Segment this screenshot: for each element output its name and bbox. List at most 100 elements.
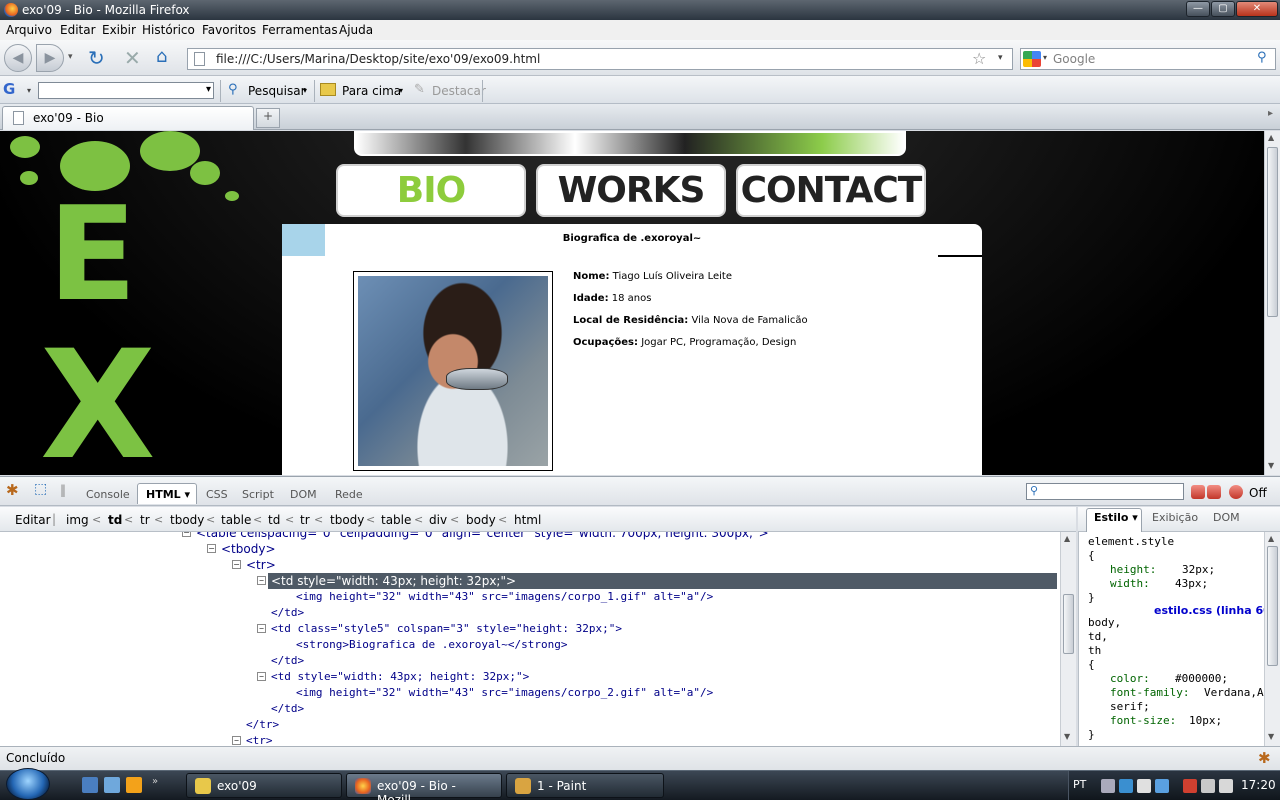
tray-icon[interactable] (1101, 779, 1115, 793)
maximize-button[interactable]: ▢ (1211, 1, 1235, 17)
detach-firebug-icon[interactable] (1207, 485, 1221, 499)
html-line-img[interactable]: <img height="32" width="43" src="imagens… (296, 589, 713, 605)
stop-icon[interactable]: ✕ (124, 46, 141, 70)
breadcrumb-tr[interactable]: tr (140, 513, 150, 527)
html-line-td-close[interactable]: </td> (271, 701, 304, 717)
tab-html[interactable]: HTML ▾ (146, 488, 190, 501)
new-tab-button[interactable]: + (256, 108, 280, 128)
style-val-color[interactable]: #000000; (1175, 672, 1228, 685)
style-prop-color[interactable]: color: (1110, 672, 1150, 685)
menu-historico[interactable]: Histórico (142, 23, 195, 37)
scroll-down-icon[interactable]: ▼ (1064, 732, 1070, 741)
network-icon[interactable] (1201, 779, 1215, 793)
bookmark-star-icon[interactable]: ☆ (972, 49, 986, 68)
scrollbar-thumb[interactable] (1267, 546, 1278, 666)
close-button[interactable]: ✕ (1236, 1, 1278, 17)
google-toolbar-dropdown-icon[interactable]: ▾ (27, 86, 31, 95)
search-icon[interactable]: ⚲ (1257, 50, 1267, 65)
nav-bio-button[interactable]: BIO (336, 164, 526, 217)
tab-list-icon[interactable]: ▸ (1268, 108, 1280, 128)
taskbar-explorer[interactable]: exo'09 (186, 773, 342, 798)
google-toolbar-search-input[interactable]: ▾ (38, 82, 214, 99)
menu-ajuda[interactable]: Ajuda (339, 23, 373, 37)
tab-css[interactable]: CSS (206, 488, 228, 501)
forward-icon[interactable]: ▶ (36, 44, 64, 72)
style-prop-font-size[interactable]: font-size: (1110, 714, 1176, 727)
tray-icon[interactable] (1137, 779, 1151, 793)
tray-icon[interactable] (1119, 779, 1133, 793)
html-line-strong[interactable]: <strong>Biografica de .exoroyal~</strong… (296, 637, 568, 653)
style-val-width[interactable]: 43px; (1175, 577, 1208, 590)
minimize-button[interactable]: — (1186, 1, 1210, 17)
html-line-td-close[interactable]: </td> (271, 653, 304, 669)
tab-script[interactable]: Script (242, 488, 274, 501)
collapse-icon[interactable]: − (257, 624, 266, 633)
style-prop-width[interactable]: width: (1110, 577, 1150, 590)
google-icon[interactable] (1023, 51, 1041, 67)
style-prop-font-family[interactable]: font-family: (1110, 686, 1189, 699)
scroll-up-icon[interactable]: ▲ (1268, 534, 1274, 543)
scroll-up-icon[interactable]: ▲ (1064, 534, 1070, 543)
taskbar-paint[interactable]: 1 - Paint (506, 773, 664, 798)
inspect-icon[interactable]: ⬚ (34, 481, 47, 497)
firebug-status-icon[interactable]: ✱ (1258, 749, 1271, 767)
tab-exo09-bio[interactable]: exo'09 - Bio (2, 106, 254, 130)
collapse-icon[interactable]: − (232, 736, 241, 745)
pause-icon[interactable]: ‖ (60, 483, 66, 497)
html-line-td[interactable]: <td style="width: 43px; height: 32px;"> (271, 669, 529, 685)
volume-icon[interactable] (1219, 779, 1233, 793)
html-line-tr[interactable]: <tr> (246, 733, 273, 746)
url-dropdown-icon[interactable]: ▾ (998, 53, 1003, 63)
breadcrumb-div[interactable]: div (429, 513, 447, 527)
style-prop-height[interactable]: height: (1110, 563, 1156, 576)
media-player-icon[interactable] (126, 777, 142, 793)
tab-network[interactable]: Rede (335, 488, 363, 501)
home-icon[interactable]: ⌂ (156, 46, 167, 67)
breadcrumb-tr[interactable]: tr (300, 513, 310, 527)
style-panel-scrollbar[interactable]: ▲ ▼ (1264, 532, 1280, 746)
stylesheet-source-link[interactable]: estilo.css (linha 60) (1154, 604, 1264, 617)
firebug-off-label[interactable]: Off (1249, 486, 1267, 500)
scrollbar-thumb[interactable] (1267, 147, 1278, 317)
menu-ferramentas[interactable]: Ferramentas (262, 23, 338, 37)
side-tab-style[interactable]: Estilo ▾ (1094, 511, 1138, 524)
style-val-height[interactable]: 32px; (1182, 563, 1215, 576)
firebug-search-input[interactable]: ⚲ (1026, 483, 1184, 500)
tab-dom[interactable]: DOM (290, 488, 317, 501)
tray-icon[interactable] (1183, 779, 1197, 793)
taskbar-firefox[interactable]: exo'09 - Bio - Mozill... (346, 773, 502, 800)
breadcrumb-table[interactable]: table (221, 513, 251, 527)
google-search-button[interactable]: Pesquisar (248, 84, 306, 98)
style-val-font-family[interactable]: Verdana,A (1204, 686, 1264, 699)
edit-button[interactable]: Editar (15, 513, 51, 527)
breadcrumb-html[interactable]: html (514, 513, 541, 527)
breadcrumb-table[interactable]: table (381, 513, 411, 527)
html-line-td-style5[interactable]: <td class="style5" colspan="3" style="he… (271, 621, 622, 637)
menu-arquivo[interactable]: Arquivo (6, 23, 52, 37)
tab-console[interactable]: Console (86, 488, 130, 501)
up-dropdown-icon[interactable]: ▾ (399, 86, 403, 95)
history-dropdown-icon[interactable]: ▾ (68, 52, 73, 62)
breadcrumb-body[interactable]: body (466, 513, 496, 527)
tray-icon[interactable] (1155, 779, 1169, 793)
menu-editar[interactable]: Editar (60, 23, 96, 37)
start-button[interactable] (6, 768, 50, 800)
scroll-down-icon[interactable]: ▼ (1268, 461, 1274, 470)
url-bar[interactable]: file:///C:/Users/Marina/Desktop/site/exo… (187, 48, 1013, 70)
minimize-firebug-icon[interactable] (1191, 485, 1205, 499)
breadcrumb-td-selected[interactable]: td (108, 513, 122, 527)
show-desktop-icon[interactable] (82, 777, 98, 793)
collapse-icon[interactable]: − (257, 672, 266, 681)
collapse-icon[interactable]: − (257, 576, 266, 585)
google-toolbar-icon[interactable]: G (3, 80, 15, 98)
google-search-dropdown-icon[interactable]: ▾ (303, 86, 307, 95)
breadcrumb-td[interactable]: td (268, 513, 280, 527)
nav-works-button[interactable]: WORKS (536, 164, 726, 217)
search-box[interactable]: ▾ Google ⚲ (1020, 48, 1276, 70)
switch-windows-icon[interactable] (104, 777, 120, 793)
scrollbar-thumb[interactable] (1063, 594, 1074, 654)
breadcrumb-img[interactable]: img (66, 513, 89, 527)
reload-icon[interactable]: ↻ (88, 46, 105, 70)
highlight-button[interactable]: Destacar (432, 84, 486, 98)
clock[interactable]: 17:20 (1241, 778, 1276, 792)
